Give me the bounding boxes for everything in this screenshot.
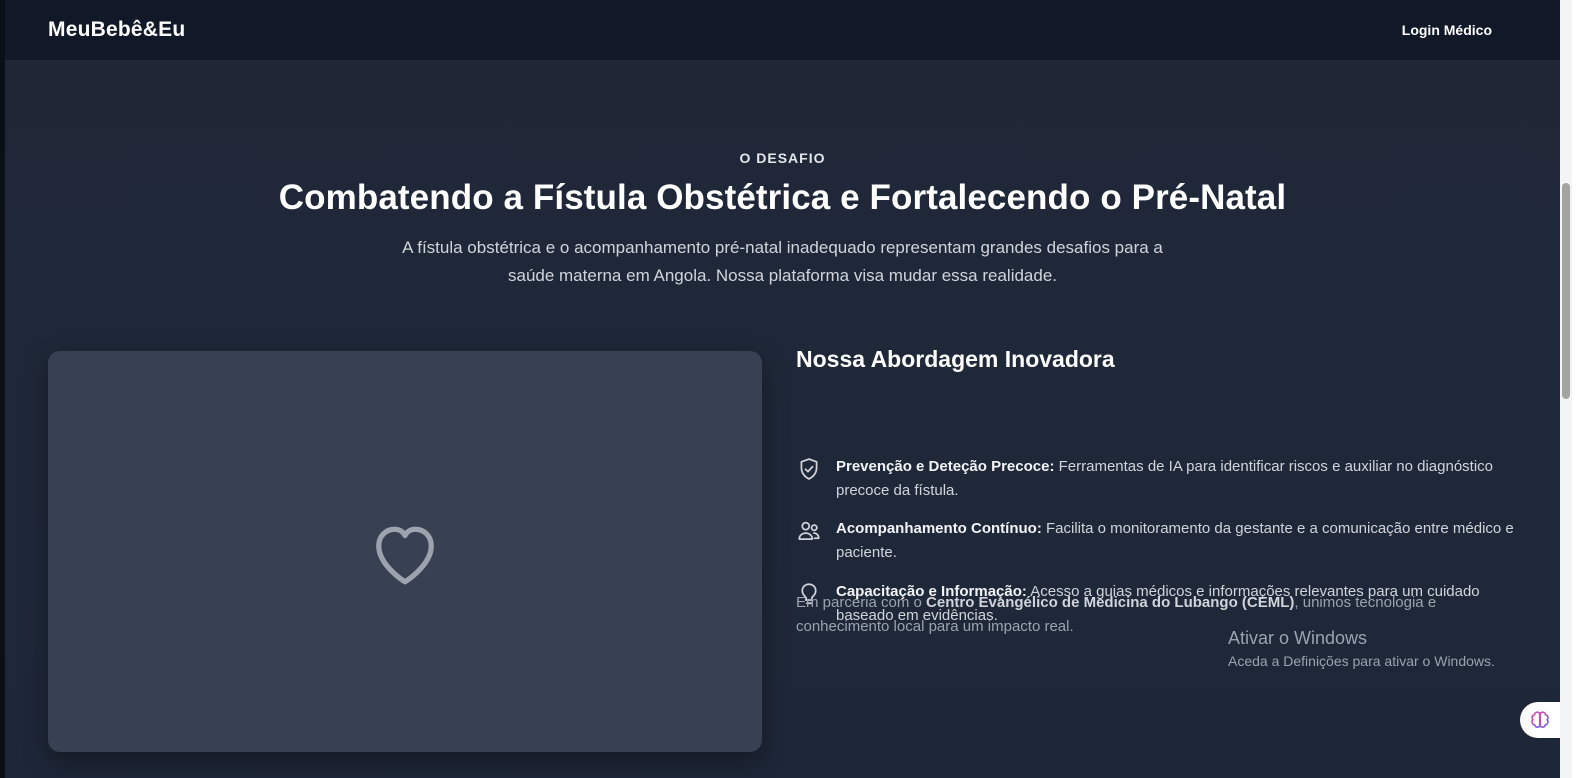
windows-activation-title: Ativar o Windows (1228, 628, 1368, 648)
brand-logo[interactable]: MeuBebê&Eu (48, 18, 185, 42)
login-medico-link[interactable]: Login Médico (1402, 22, 1492, 38)
assistant-button[interactable] (1520, 702, 1560, 738)
image-placeholder-card (48, 351, 762, 752)
section-eyebrow: O DESAFIO (739, 150, 826, 166)
approach-title: Nossa Abordagem Inovadora (796, 346, 1115, 372)
partner-name: Centro Evangélico de Medicina do Lubango… (926, 594, 1295, 611)
shield-check-icon (800, 458, 818, 480)
feature-item: Prevenção e Deteção Precoce: Ferramentas… (796, 455, 1516, 503)
feature-item: Acompanhamento Contínuo: Facilita o moni… (796, 517, 1516, 565)
challenge-section: O DESAFIO Combatendo a Fístula Obstétric… (5, 60, 1560, 778)
partner-prefix: Em parceria com o (796, 594, 927, 611)
section-subtitle: A fístula obstétrica e o acompanhamento … (402, 238, 1163, 285)
brain-icon (1531, 711, 1549, 728)
partnership-note: Em parceria com o Centro Evangélico de M… (796, 591, 1486, 639)
approach-block: Nossa Abordagem Inovadora (796, 346, 1516, 373)
users-icon (798, 521, 820, 540)
heart-icon (376, 526, 434, 584)
section-title: Combatendo a Fístula Obstétrica e Fortal… (278, 178, 1287, 217)
scrollbar-thumb[interactable] (1562, 183, 1570, 399)
top-navbar: MeuBebê&Eu Login Médico (5, 0, 1560, 60)
scrollbar-track (1572, 0, 1590, 778)
feature-title: Prevenção e Deteção Precoce: (836, 458, 1055, 475)
windows-activation-subtitle: Aceda a Definições para ativar o Windows… (1228, 653, 1495, 669)
feature-title: Acompanhamento Contínuo: (836, 520, 1042, 537)
